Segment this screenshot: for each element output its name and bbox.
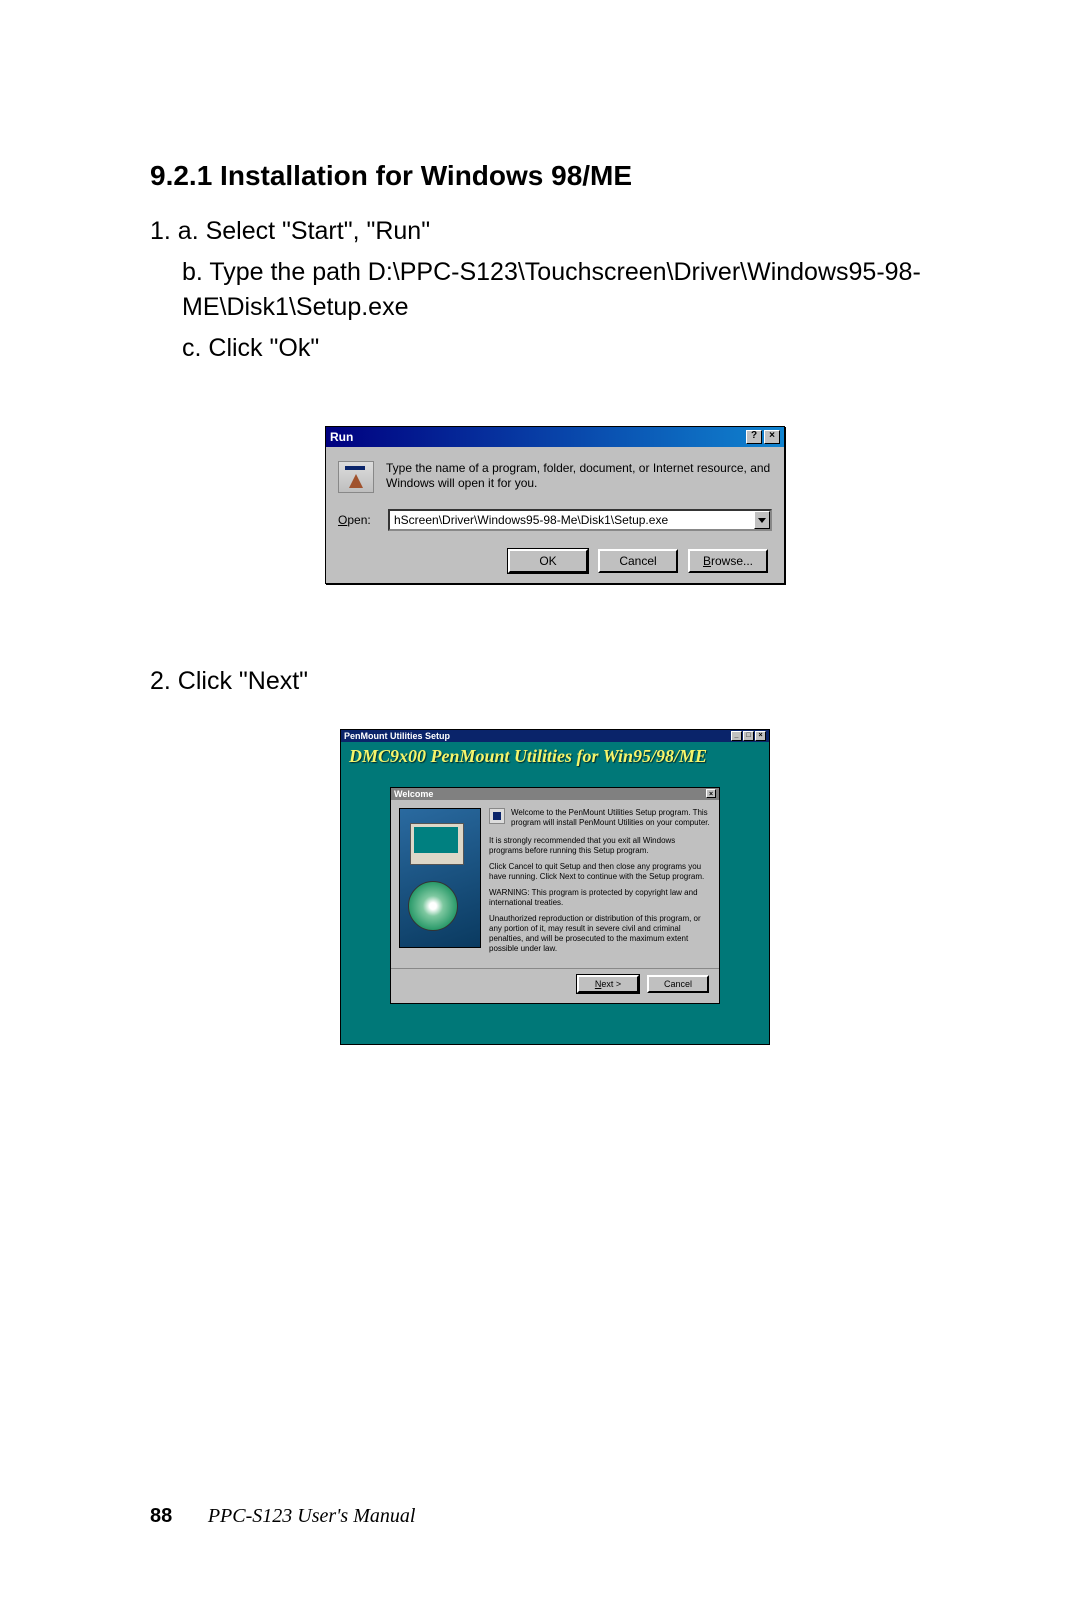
run-dialog: Run ? × Type the name of a program, fold… — [325, 426, 785, 584]
cancel-button[interactable]: Cancel — [647, 975, 709, 993]
section-heading: 9.2.1 Installation for Windows 98/ME — [150, 160, 960, 192]
close-icon[interactable]: × — [755, 731, 766, 741]
setup-art-icon — [399, 808, 481, 948]
setup-titlebar: PenMount Utilities Setup _ □ × — [341, 730, 769, 742]
maximize-icon[interactable]: □ — [743, 731, 754, 741]
open-label: Open: — [338, 513, 378, 527]
doc-title: PPC-S123 User's Manual — [208, 1505, 416, 1527]
open-input[interactable] — [390, 513, 754, 527]
computer-icon — [489, 808, 505, 824]
step-2: 2. Click "Next" — [150, 664, 960, 699]
step-1b: b. Type the path D:\PPC-S123\Touchscreen… — [150, 255, 960, 325]
setup-window-title: PenMount Utilities Setup — [344, 731, 450, 741]
run-titlebar: Run ? × — [326, 427, 784, 447]
step-1a: 1. a. Select "Start", "Run" — [150, 214, 960, 249]
run-description: Type the name of a program, folder, docu… — [386, 461, 772, 493]
chevron-down-icon[interactable] — [754, 511, 770, 529]
close-icon[interactable]: × — [706, 789, 716, 798]
minimize-icon[interactable]: _ — [731, 731, 742, 741]
setup-window: PenMount Utilities Setup _ □ × DMC9x00 P… — [340, 729, 770, 1045]
setup-banner: DMC9x00 PenMount Utilities for Win95/98/… — [341, 742, 769, 777]
welcome-text: Welcome to the PenMount Utilities Setup … — [489, 808, 711, 960]
ok-button[interactable]: OK — [508, 549, 588, 573]
open-combobox[interactable] — [388, 509, 772, 531]
page-footer: 88 PPC-S123 User's Manual — [150, 1505, 415, 1528]
cancel-button[interactable]: Cancel — [598, 549, 678, 573]
welcome-title: Welcome — [394, 789, 433, 799]
run-title: Run — [330, 430, 353, 444]
next-button[interactable]: Next > — [577, 975, 639, 993]
step-1c: c. Click "Ok" — [150, 331, 960, 366]
close-icon[interactable]: × — [764, 430, 780, 444]
browse-button[interactable]: Browse... — [688, 549, 768, 573]
welcome-dialog: Welcome × Welcome to the PenMount Utilit… — [390, 787, 720, 1004]
page-number: 88 — [150, 1505, 172, 1527]
help-icon[interactable]: ? — [746, 430, 762, 444]
run-app-icon — [338, 461, 374, 493]
